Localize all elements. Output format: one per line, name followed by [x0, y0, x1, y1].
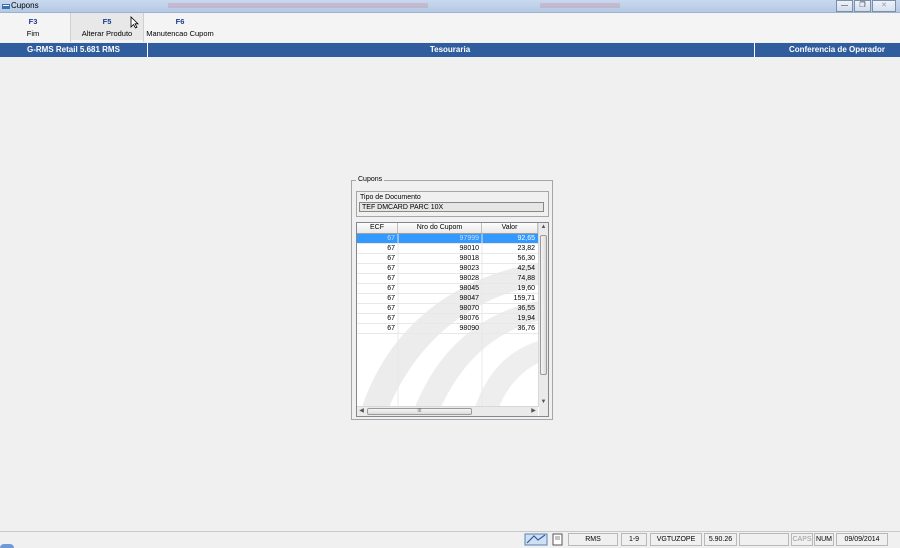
vertical-scroll-thumb[interactable]: [540, 235, 547, 375]
cell-cupom: 98010: [459, 245, 479, 252]
close-button[interactable]: ✕: [872, 0, 896, 12]
cell-cupom: 98023: [459, 265, 479, 272]
grid-header: ECF Nro do Cupom Valor: [357, 223, 538, 234]
start-orb-edge-icon: [0, 544, 14, 548]
status-caps: CAPS: [791, 533, 813, 546]
cupons-groupbox: Cupons Tipo de Documento TEF DMCARD PARC…: [351, 176, 553, 420]
restore-button[interactable]: ❐: [854, 0, 871, 12]
toolbar-label-alterar-produto: Alterar Produto: [81, 29, 133, 38]
network-icon: [524, 533, 548, 546]
cell-ecf: 67: [387, 255, 395, 262]
vertical-scrollbar[interactable]: ▲ ▼: [538, 223, 548, 407]
table-row[interactable]: 67 98070 36,55: [357, 304, 538, 314]
table-row[interactable]: 67 98047 159,71: [357, 294, 538, 304]
horizontal-scroll-thumb[interactable]: III: [367, 408, 472, 415]
cell-cupom: 98045: [459, 285, 479, 292]
column-header-ecf[interactable]: ECF: [357, 223, 398, 233]
cupons-grid[interactable]: ECF Nro do Cupom Valor 67 97999 92,65 67…: [356, 222, 549, 417]
table-row[interactable]: 67 98028 74,88: [357, 274, 538, 284]
banner-module: Tesouraria: [429, 45, 471, 54]
toolbar-key-f3: F3: [28, 17, 38, 26]
cell-ecf: 67: [387, 325, 395, 332]
status-num: NUM: [814, 533, 834, 546]
cell-cupom: 97999: [459, 235, 479, 242]
cell-ecf: 67: [387, 275, 395, 282]
toolbar-button-fim[interactable]: F3 Fim: [18, 17, 48, 38]
titlebar-ghost-text-2: [540, 3, 620, 8]
status-empty: [739, 533, 789, 546]
banner-screen: Conferencia de Operador: [788, 45, 885, 54]
cell-cupom: 98090: [459, 325, 479, 332]
table-row[interactable]: 67 98010 23,82: [357, 244, 538, 254]
horizontal-scrollbar[interactable]: ◀ III ▶: [357, 406, 538, 416]
cell-cupom: 98018: [459, 255, 479, 262]
cell-cupom: 98028: [459, 275, 479, 282]
cell-valor: 92,65: [517, 235, 535, 242]
cupons-legend: Cupons: [356, 176, 385, 183]
cell-valor: 19,60: [517, 285, 535, 292]
table-row[interactable]: 67 98018 56,30: [357, 254, 538, 264]
table-row[interactable]: 67 98076 19,94: [357, 314, 538, 324]
cell-ecf: 67: [387, 295, 395, 302]
titlebar-ghost-text: [168, 3, 428, 8]
status-user: VGTUZOPE: [650, 533, 702, 546]
status-date: 09/09/2014: [836, 533, 888, 546]
scroll-down-icon[interactable]: ▼: [539, 398, 548, 407]
scroll-left-icon[interactable]: ◀: [357, 407, 366, 416]
window-controls: — ❐ ✕: [836, 0, 896, 12]
toolbar-key-f6: F6: [175, 17, 185, 26]
cell-ecf: 67: [387, 285, 395, 292]
cell-ecf: 67: [387, 265, 395, 272]
cell-cupom: 98047: [459, 295, 479, 302]
status-system: RMS: [568, 533, 618, 546]
window-title: Cupons: [11, 1, 39, 10]
cell-ecf: 67: [387, 235, 395, 242]
window-titlebar: Cupons — ❐ ✕: [0, 0, 900, 13]
mouse-cursor-icon: [130, 16, 139, 29]
document-type-field[interactable]: TEF DMCARD PARC 10X: [359, 202, 544, 212]
cell-valor: 23,82: [517, 245, 535, 252]
table-row[interactable]: 67 97999 92,65: [357, 234, 538, 244]
minimize-button[interactable]: —: [836, 0, 853, 12]
cell-valor: 19,94: [517, 315, 535, 322]
toolbar-label-manutencao-cupom: Manutencao Cupom: [146, 29, 214, 38]
header-banner: G-RMS Retail 5.681 RMS Tesouraria Confer…: [0, 43, 900, 57]
cell-ecf: 67: [387, 315, 395, 322]
status-bar: RMS 1-9 VGTUZOPE 5.90.26 CAPS NUM 09/09/…: [0, 531, 900, 548]
cell-valor: 74,88: [517, 275, 535, 282]
grid-rows: 67 97999 92,65 67 98010 23,82 67 98018 5…: [357, 234, 538, 334]
cell-valor: 36,55: [517, 305, 535, 312]
toolbar-button-manutencao-cupom[interactable]: F6 Manutencao Cupom: [144, 17, 216, 38]
cell-ecf: 67: [387, 305, 395, 312]
cell-ecf: 67: [387, 245, 395, 252]
app-icon: [2, 4, 10, 9]
column-header-valor[interactable]: Valor: [482, 223, 538, 233]
table-row[interactable]: 67 98045 19,60: [357, 284, 538, 294]
cell-valor: 56,30: [517, 255, 535, 262]
document-type-label: Tipo de Documento: [360, 194, 421, 201]
cell-valor: 36,76: [517, 325, 535, 332]
status-range: 1-9: [621, 533, 647, 546]
banner-divider: [754, 43, 755, 57]
cell-valor: 42,54: [517, 265, 535, 272]
document-type-group: Tipo de Documento TEF DMCARD PARC 10X: [356, 191, 549, 217]
cell-cupom: 98076: [459, 315, 479, 322]
document-icon: [552, 533, 563, 546]
table-row[interactable]: 67 98023 42,54: [357, 264, 538, 274]
scroll-right-icon[interactable]: ▶: [529, 407, 538, 416]
table-row[interactable]: 67 98090 36,76: [357, 324, 538, 334]
scroll-up-icon[interactable]: ▲: [539, 223, 548, 232]
column-header-nro-cupom[interactable]: Nro do Cupom: [398, 223, 482, 233]
status-version: 5.90.26: [704, 533, 737, 546]
cell-valor: 159,71: [513, 295, 535, 302]
scrollbar-corner: [539, 407, 548, 416]
cell-cupom: 98070: [459, 305, 479, 312]
toolbar-label-fim: Fim: [26, 29, 40, 38]
